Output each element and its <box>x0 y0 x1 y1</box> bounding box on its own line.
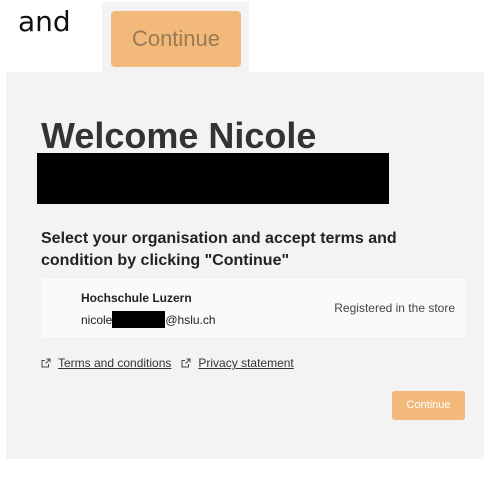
continue-button[interactable]: Continue <box>392 391 465 420</box>
email-domain: @hslu.ch <box>165 312 216 327</box>
external-link-icon <box>181 358 191 368</box>
legal-links: Terms and conditions Privacy statement <box>41 356 294 370</box>
terms-link-label[interactable]: Terms and conditions <box>58 356 171 370</box>
external-link-icon <box>41 358 51 368</box>
continue-button-preview-frame: Continue <box>102 2 249 74</box>
terms-link[interactable]: Terms and conditions <box>41 356 171 370</box>
organisation-email: nicole @hslu.ch <box>81 311 216 328</box>
instruction-text: Select your organisation and accept term… <box>41 230 397 269</box>
welcome-card: Welcome Nicole Select your organisation … <box>6 72 484 459</box>
registration-status: Registered in the store <box>334 301 455 315</box>
redacted-email-part <box>112 311 166 328</box>
intro-word: and <box>18 5 71 38</box>
privacy-link-label[interactable]: Privacy statement <box>198 356 293 370</box>
organisation-option[interactable]: Hochschule Luzern nicole @hslu.ch Regist… <box>41 279 465 337</box>
privacy-link[interactable]: Privacy statement <box>181 356 294 370</box>
redacted-block <box>37 153 389 204</box>
page-title: Welcome Nicole <box>41 115 317 156</box>
email-prefix: nicole <box>81 312 113 327</box>
continue-button-preview: Continue <box>111 11 241 67</box>
organisation-name: Hochschule Luzern <box>81 291 192 305</box>
